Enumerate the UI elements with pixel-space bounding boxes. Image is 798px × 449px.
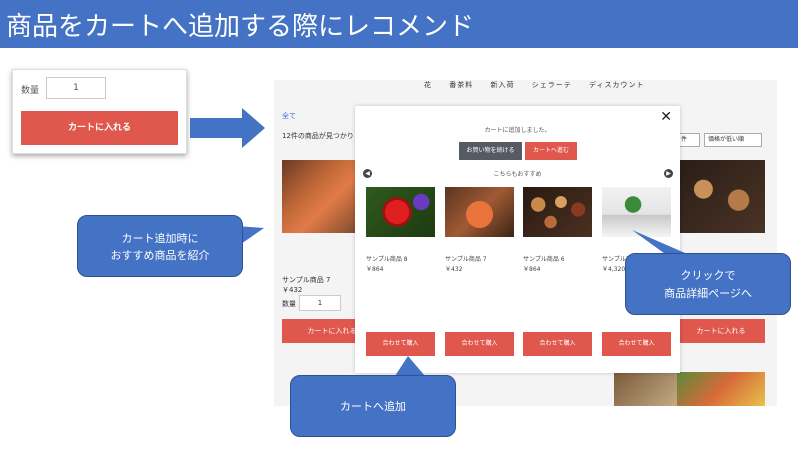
buy-together-button[interactable]: 合わせて購入 bbox=[602, 332, 671, 356]
shop-nav: 花 番茶料 新入荷 シェラーテ ディスカウント bbox=[424, 80, 658, 90]
product-add-card: 数量 1 カートに入れる bbox=[12, 69, 187, 154]
recommend-product-image[interactable] bbox=[445, 187, 514, 237]
added-to-cart-modal: ✕ カートに追加しました。 お買い物を続ける カートへ進む こちらもおすすめ ◀… bbox=[355, 106, 680, 373]
callout-recommend: カート追加時に おすすめ商品を紹介 bbox=[77, 215, 243, 277]
product-image[interactable] bbox=[282, 160, 359, 233]
quantity-label: 数量 bbox=[282, 300, 296, 308]
chevron-left-icon[interactable]: ◀ bbox=[363, 169, 372, 178]
product-image[interactable] bbox=[677, 372, 765, 406]
buy-together-button[interactable]: 合わせて購入 bbox=[366, 332, 435, 356]
add-to-cart-button[interactable]: カートに入れる bbox=[21, 111, 178, 145]
add-to-cart-button[interactable]: カートに入れる bbox=[677, 319, 765, 343]
nav-item[interactable]: シェラーテ bbox=[532, 81, 572, 89]
slide-title: 商品をカートへ追加する際にレコメンド bbox=[6, 12, 475, 42]
buy-together-button[interactable]: 合わせて購入 bbox=[523, 332, 592, 356]
recommend-product-image[interactable] bbox=[523, 187, 592, 237]
slide-title-bar: 商品をカートへ追加する際にレコメンド bbox=[0, 0, 798, 48]
recommend-product-price: ￥864 bbox=[366, 266, 384, 273]
callout-text: カート追加時に bbox=[121, 232, 199, 245]
nav-item[interactable]: 番茶料 bbox=[449, 81, 473, 89]
product-image[interactable] bbox=[614, 372, 684, 406]
nav-item[interactable]: 花 bbox=[424, 81, 432, 89]
recommend-product-price: ￥432 bbox=[445, 266, 463, 273]
callout-text: 商品詳細ページへ bbox=[664, 287, 752, 300]
go-to-cart-button[interactable]: カートへ進む bbox=[525, 142, 577, 160]
recommend-product-name[interactable]: サンプル商品 6 bbox=[523, 254, 565, 263]
breadcrumb[interactable]: 全て bbox=[282, 111, 296, 121]
product-price: ￥432 bbox=[282, 286, 303, 294]
recommend-product-name[interactable]: サンプル商品 8 bbox=[366, 254, 408, 263]
close-icon[interactable]: ✕ bbox=[660, 110, 672, 124]
callout-add-to-cart: カートへ追加 bbox=[290, 375, 456, 437]
per-page-select[interactable]: 件 bbox=[678, 133, 700, 147]
nav-item[interactable]: ディスカウント bbox=[589, 81, 645, 89]
nav-item[interactable]: 新入荷 bbox=[490, 81, 514, 89]
quantity-input[interactable]: 1 bbox=[299, 295, 341, 311]
added-message: カートに追加しました。 bbox=[484, 127, 551, 134]
quantity-label: 数量 bbox=[21, 86, 40, 96]
continue-shopping-button[interactable]: お買い物を続ける bbox=[459, 142, 522, 160]
callout-text: カートへ追加 bbox=[340, 400, 406, 413]
callout-detail: クリックで 商品詳細ページへ bbox=[625, 253, 791, 315]
recommend-product-image[interactable] bbox=[366, 187, 435, 237]
recommend-product-price: ￥4,320 bbox=[602, 266, 626, 273]
recommend-product-price: ￥864 bbox=[523, 266, 541, 273]
right-arrow-icon bbox=[190, 108, 265, 148]
sort-select[interactable]: 価格が低い順 bbox=[704, 133, 762, 147]
buy-together-button[interactable]: 合わせて購入 bbox=[445, 332, 514, 356]
quantity-input[interactable]: 1 bbox=[46, 77, 106, 99]
chevron-right-icon[interactable]: ▶ bbox=[664, 169, 673, 178]
callout-text: クリックで bbox=[680, 269, 736, 282]
callout-text: おすすめ商品を紹介 bbox=[110, 249, 210, 262]
product-image[interactable] bbox=[677, 160, 765, 233]
recommend-product-image[interactable] bbox=[602, 187, 671, 237]
product-name[interactable]: サンプル商品 7 bbox=[282, 275, 330, 285]
result-count: 12件の商品が見つかり bbox=[282, 132, 354, 140]
recommend-title: こちらもおすすめ bbox=[493, 171, 542, 178]
recommend-product-name[interactable]: サンプル商品 7 bbox=[445, 254, 487, 263]
